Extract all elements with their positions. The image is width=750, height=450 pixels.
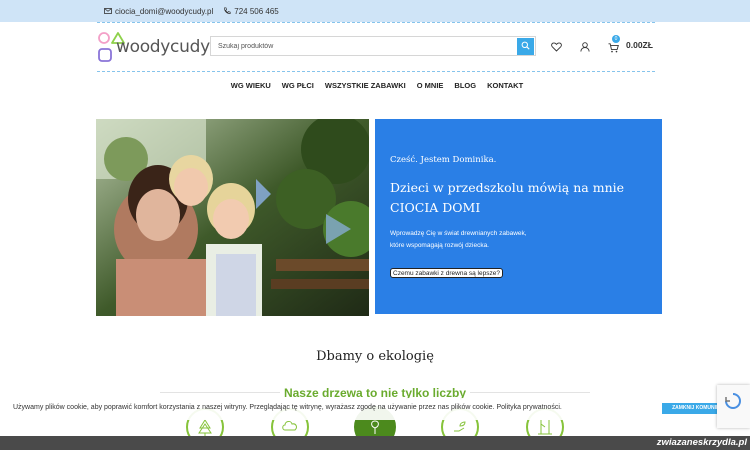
divider-top [97, 22, 655, 23]
user-icon[interactable] [580, 39, 590, 57]
topbar-phone-text: 724 506 465 [234, 6, 279, 16]
cookie-text: Używamy plików cookie, aby poprawić komf… [13, 404, 562, 411]
hero-cta-button[interactable]: Czemu zabawki z drewna są lepsze? [390, 268, 503, 278]
hero-subtext-line-2: które wspomagają rozwój dziecka. [390, 242, 489, 249]
cart-total[interactable]: 0.00ZŁ [626, 40, 653, 50]
hero-section: Cześć. Jestem Dominika. Dzieci w przedsz… [96, 119, 662, 316]
watermark-text: zwiazaneskrzydla.pl [656, 437, 747, 448]
search-input[interactable] [211, 37, 517, 55]
hero-headline: Dzieci w przedszkolu mówią na mnie CIOCI… [390, 180, 625, 215]
heart-icon[interactable] [551, 39, 562, 57]
hero-subtext: Wprowadzę Cię w świat drewnianych zabawe… [390, 228, 570, 252]
site-header: woodycudy 0 0.00ZŁ [0, 22, 750, 72]
topbar-email[interactable]: ciocia_domi@woodycudy.pl [104, 7, 213, 16]
nav-item-by-age[interactable]: WG WIEKU [231, 81, 271, 90]
envelope-icon [104, 8, 112, 14]
watermark-bar: zwiazaneskrzydla.pl [0, 436, 750, 450]
top-contact-bar: ciocia_domi@woodycudy.pl 724 506 465 [0, 0, 750, 22]
nav-item-by-gender[interactable]: WG PŁCI [282, 81, 314, 90]
phone-icon [223, 7, 231, 15]
logo-wordmark: woodycudy [116, 37, 210, 57]
divider-bottom [97, 71, 655, 72]
topbar-email-text: ciocia_domi@woodycudy.pl [115, 6, 214, 16]
nav-item-about[interactable]: O MNIE [417, 81, 444, 90]
nav-item-contact[interactable]: KONTAKT [487, 81, 523, 90]
hero-text-panel: Cześć. Jestem Dominika. Dzieci w przedsz… [375, 119, 662, 314]
hero-photo [96, 119, 369, 316]
nav-item-blog[interactable]: BLOG [454, 81, 476, 90]
topbar-phone[interactable]: 724 506 465 [223, 7, 279, 16]
hero-subtext-line-1: Wprowadzę Cię w świat drewnianych zabawe… [390, 230, 527, 237]
cart-count-badge: 0 [612, 35, 620, 43]
main-nav: WG WIEKU WG PŁCI WSZYSTKIE ZABAWKI O MNI… [0, 81, 750, 90]
cookie-banner: Używamy plików cookie, aby poprawić komf… [0, 398, 750, 420]
hero-greeting: Cześć. Jestem Dominika. [390, 155, 497, 165]
eco-section-title: Dbamy o ekologię [316, 349, 434, 364]
nav-item-all-toys[interactable]: WSZYSTKIE ZABAWKI [325, 81, 406, 90]
search-button[interactable] [517, 37, 534, 55]
search-bar [210, 36, 536, 56]
recaptcha-badge[interactable] [717, 385, 750, 428]
search-icon [521, 37, 530, 55]
recaptcha-icon [725, 393, 741, 409]
